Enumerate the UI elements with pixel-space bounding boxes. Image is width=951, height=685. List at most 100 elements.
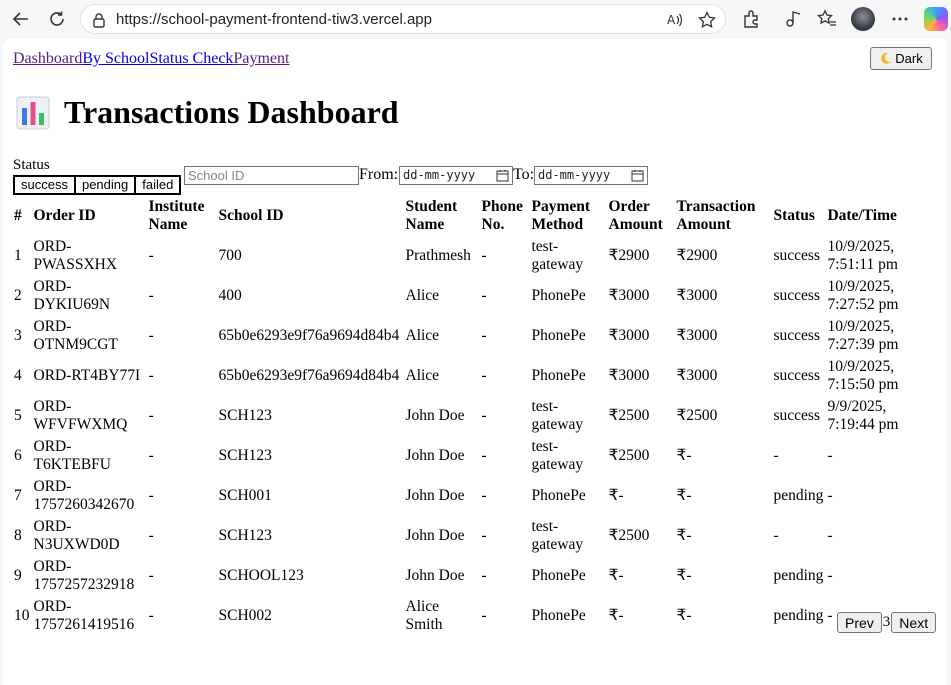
refresh-icon[interactable]	[45, 7, 69, 31]
table-row: 1 ORD-PWASSXHX -700 Prathmesh - test-gateway ₹…	[13, 237, 904, 275]
extensions-icon[interactable]	[741, 9, 761, 29]
moon-icon	[881, 52, 892, 64]
table-row: 4 ORD-RT4BY77I -65b0e6293e9f76a9694d84b4 Al…	[13, 357, 904, 395]
table-cell: PhonePe	[531, 607, 586, 624]
table-cell: -	[481, 247, 487, 264]
column-header: Institute Name	[148, 198, 205, 233]
table-cell: pending	[773, 567, 824, 584]
table-cell: 10/9/2025, 7:51:11 pm	[827, 238, 898, 273]
page-title-text: Transactions Dashboard	[64, 94, 399, 130]
table-cell: -	[148, 367, 154, 384]
table-cell: Alice	[405, 327, 440, 344]
table-cell: PhonePe	[531, 487, 586, 504]
copilot-icon[interactable]	[924, 7, 948, 31]
table-cell: success	[773, 287, 821, 304]
table-cell: SCH123	[218, 407, 272, 424]
read-aloud-icon[interactable]: A	[666, 11, 684, 29]
table-cell: John Doe	[405, 527, 465, 544]
school-id-input[interactable]	[184, 166, 359, 185]
site-info-icon[interactable]	[91, 12, 107, 28]
nav-link-dashboard[interactable]: Dashboard	[13, 50, 82, 67]
table-cell: ORD-1757261419516	[33, 598, 135, 633]
nav-link-by-school[interactable]: By School	[82, 50, 149, 67]
column-header: Order Amount	[608, 198, 663, 233]
table-cell: -	[827, 447, 833, 464]
table-cell: -	[827, 567, 833, 584]
table-row: 2 ORD-DYKIU69N - 400 Alice - PhonePe ₹3000 ₹3000…	[13, 277, 904, 315]
table-cell: ₹-	[676, 607, 692, 624]
table-cell: 9/9/2025, 7:19:44 pm	[827, 398, 899, 433]
status-filter-label: Status	[13, 157, 50, 173]
current-page-number: 3	[882, 614, 891, 630]
table-cell: John Doe	[405, 407, 465, 424]
table-cell: ₹-	[676, 567, 692, 584]
table-cell: test-gateway	[531, 518, 584, 553]
table-cell: 8	[14, 527, 22, 544]
table-cell: -	[773, 447, 779, 464]
table-cell: SCH123	[218, 527, 272, 544]
favorite-star-icon[interactable]	[698, 11, 716, 29]
nav-link-status-check[interactable]: Status Check	[149, 50, 233, 67]
bar-chart-icon	[16, 96, 50, 129]
table-cell: -	[481, 567, 487, 584]
from-date-input[interactable]: dd-mm-yyyy	[399, 166, 513, 185]
table-cell: 65b0e6293e9f76a9694d84b4	[218, 327, 400, 344]
table-cell: ORD-PWASSXHX	[33, 238, 118, 273]
status-filter-failed[interactable]: failed	[136, 177, 180, 193]
table-cell: -	[827, 527, 833, 544]
table-cell: Prathmesh	[405, 247, 471, 264]
table-cell: Alice Smith	[405, 598, 443, 633]
table-cell: ₹-	[608, 487, 624, 504]
url-text[interactable]: https://school-payment-frontend-tiw3.ver…	[116, 11, 432, 28]
table-cell: ₹2900	[676, 247, 718, 264]
more-options-icon[interactable]	[890, 9, 910, 29]
table-cell: John Doe	[405, 447, 465, 464]
table-cell: 7	[14, 487, 22, 504]
profile-avatar[interactable]	[851, 7, 875, 31]
table-cell: 65b0e6293e9f76a9694d84b4	[218, 367, 400, 384]
table-cell: -	[481, 327, 487, 344]
table-cell: ORD-1757257232918	[33, 558, 135, 593]
table-row: 6 ORD-T6KTEBFU - SCH123 John Doe - test-gatewa…	[13, 437, 904, 475]
back-arrow-icon[interactable]	[9, 7, 33, 31]
table-cell: pending	[773, 607, 824, 624]
column-header: #	[14, 207, 22, 224]
table-cell: success	[773, 367, 821, 384]
table-cell: -	[827, 487, 833, 504]
table-cell: ₹3000	[608, 327, 650, 344]
column-header: School ID	[218, 207, 284, 224]
table-cell: -	[481, 287, 487, 304]
table-cell: John Doe	[405, 567, 465, 584]
address-bar[interactable]: https://school-payment-frontend-tiw3.ver…	[80, 4, 726, 34]
table-cell: ₹-	[608, 607, 624, 624]
table-cell: ₹2500	[676, 407, 718, 424]
table-cell: -	[481, 367, 487, 384]
table-cell: ₹2500	[608, 447, 650, 464]
table-cell: PhonePe	[531, 287, 586, 304]
table-cell: ₹3000	[676, 367, 718, 384]
table-cell: ORD-RT4BY77I	[33, 367, 141, 384]
next-page-button[interactable]: Next	[891, 612, 937, 633]
to-date-placeholder: dd-mm-yyyy	[538, 168, 611, 182]
calendar-icon[interactable]	[496, 169, 509, 182]
prev-page-button[interactable]: Prev	[837, 612, 882, 633]
table-cell: test-gateway	[531, 238, 584, 273]
table-row: 7 ORD-1757260342670- SCH001 John Doe - PhoneP…	[13, 477, 904, 515]
table-cell: -	[148, 407, 154, 424]
table-cell: ORD-1757260342670	[33, 478, 135, 513]
favorites-icon[interactable]	[817, 9, 837, 29]
table-cell: Alice	[405, 287, 440, 304]
table-cell: success	[773, 407, 821, 424]
table-cell: 2	[14, 287, 22, 304]
media-control-icon[interactable]	[783, 9, 803, 29]
table-cell: SCHOOL123	[218, 567, 304, 584]
page-content: DashboardBy SchoolStatus CheckPayment Da…	[3, 39, 947, 685]
theme-toggle-button[interactable]: Dark	[870, 47, 932, 70]
table-cell: -	[148, 607, 154, 624]
status-filter-success[interactable]: success	[15, 177, 76, 193]
to-date-input[interactable]: dd-mm-yyyy	[534, 166, 648, 185]
table-cell: PhonePe	[531, 327, 586, 344]
nav-link-payment[interactable]: Payment	[233, 50, 289, 67]
calendar-icon[interactable]	[631, 169, 644, 182]
status-filter-pending[interactable]: pending	[75, 177, 137, 193]
